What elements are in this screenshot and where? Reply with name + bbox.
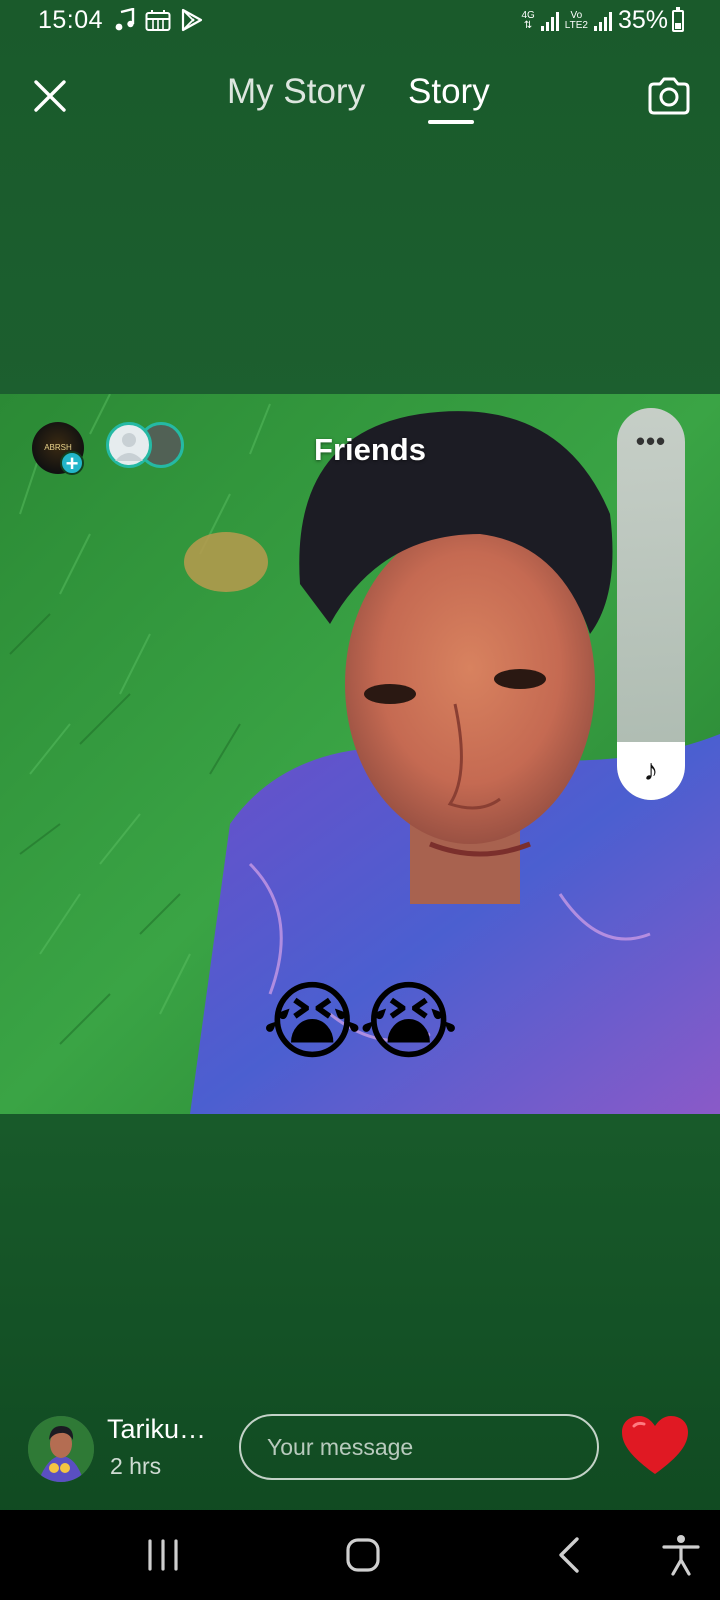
- more-options-icon[interactable]: •••: [617, 426, 685, 457]
- volte-bottom-label: LTE2: [564, 19, 588, 31]
- status-bar: 15:04 4G ⇅ Vo LTE2 35%: [0, 0, 720, 44]
- story-media[interactable]: ABRSH + Friends ••• ♪ 😭😭: [0, 394, 720, 1114]
- story-viewer-screen: 15:04 4G ⇅ Vo LTE2 35% My Story Story AB…: [0, 0, 720, 1600]
- signal-strength-icon-2: [593, 11, 612, 31]
- camera-icon[interactable]: [646, 74, 692, 118]
- poster-name[interactable]: Tariku…: [107, 1414, 206, 1445]
- tab-my-story[interactable]: My Story: [227, 72, 365, 112]
- back-icon[interactable]: [545, 1530, 595, 1580]
- data-arrows-icon: ⇅: [523, 19, 533, 31]
- system-navigation-bar: [0, 1510, 720, 1600]
- signal-strength-icon-1: [540, 11, 559, 31]
- accessibility-icon[interactable]: [656, 1530, 706, 1580]
- battery-icon: [672, 7, 684, 32]
- person-icon: [115, 433, 143, 461]
- music-note-icon: [115, 8, 135, 31]
- message-input[interactable]: [239, 1414, 599, 1480]
- heart-icon[interactable]: [620, 1414, 690, 1478]
- story-footer: Tariku… 2 hrs: [0, 1398, 720, 1498]
- piano-icon: [145, 10, 171, 31]
- active-tab-indicator: [428, 120, 474, 124]
- posted-time: 2 hrs: [110, 1453, 162, 1479]
- tab-story[interactable]: Story: [408, 72, 490, 112]
- close-icon[interactable]: [28, 74, 72, 118]
- status-time: 15:04: [38, 6, 104, 34]
- story-header: My Story Story: [0, 60, 720, 134]
- battery-level-fill: [675, 23, 681, 29]
- status-notification-icons: [115, 8, 203, 32]
- play-store-icon: [181, 8, 203, 32]
- story-side-panel[interactable]: ••• ♪: [617, 408, 685, 800]
- poster-photo: [28, 1416, 94, 1482]
- status-right-indicators: 4G ⇅ Vo LTE2 35%: [521, 6, 668, 35]
- battery-percent: 35%: [617, 6, 668, 34]
- home-icon[interactable]: [338, 1530, 388, 1580]
- recents-icon[interactable]: [138, 1530, 188, 1580]
- default-avatar-icon: [106, 422, 152, 468]
- network-4g-label: 4G: [521, 9, 535, 21]
- story-emoji-overlay: 😭😭: [262, 974, 459, 1070]
- poster-avatar[interactable]: [28, 1416, 94, 1482]
- volte-top-label: Vo: [570, 9, 583, 21]
- network-volte-indicator: Vo LTE2: [564, 9, 588, 31]
- network-4g-indicator: 4G ⇅: [521, 9, 535, 31]
